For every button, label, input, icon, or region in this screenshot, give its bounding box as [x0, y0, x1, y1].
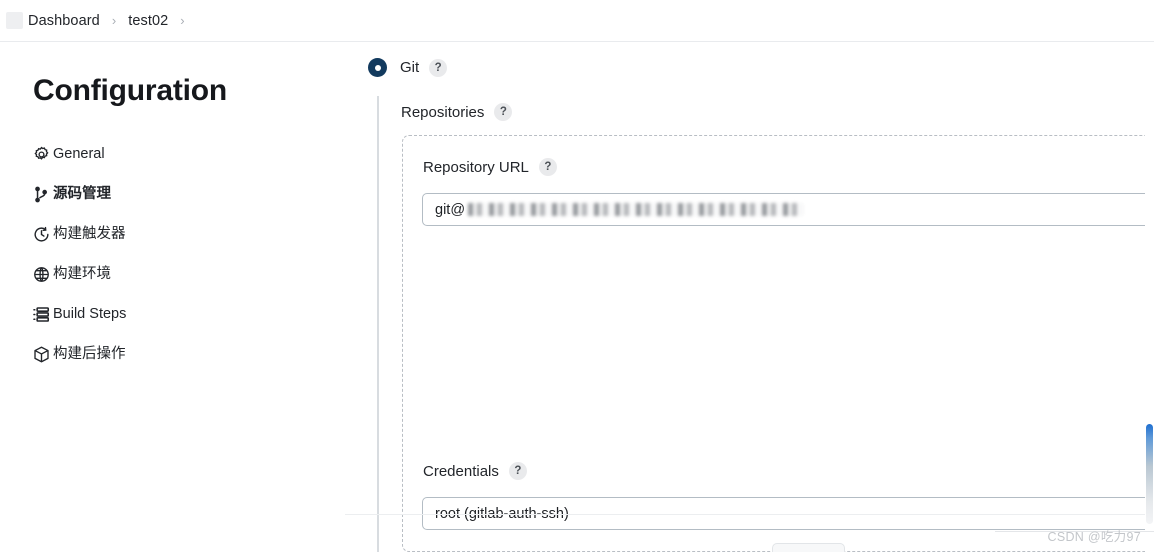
breadcrumb-item-test02[interactable]: test02 — [128, 13, 168, 29]
breadcrumb-separator-icon: › — [180, 13, 185, 28]
gear-icon — [32, 145, 51, 164]
git-branch-icon — [32, 185, 51, 204]
add-credentials-button[interactable] — [772, 543, 845, 552]
scm-configuration-panel: 无 Git ? Repositories ? Repository URL ? … — [345, 0, 1154, 552]
credentials-label-row: Credentials ? — [423, 462, 527, 480]
sidebar-item-post-build-actions[interactable]: 构建后操作 — [32, 342, 292, 366]
footer-divider — [345, 514, 1154, 515]
clock-icon — [32, 225, 51, 244]
repository-url-input[interactable]: git@ — [422, 193, 1154, 226]
repository-url-label: Repository URL — [423, 158, 529, 176]
repositories-label: Repositories — [401, 103, 485, 121]
sidebar-item-build-steps[interactable]: Build Steps — [32, 302, 292, 326]
repositories-label-row: Repositories ? — [401, 103, 513, 121]
watermark: CSDN @吃力97 — [1047, 530, 1141, 544]
breadcrumb-item-dashboard[interactable]: Dashboard — [28, 13, 100, 29]
radio-checked-icon[interactable] — [368, 58, 387, 77]
section-guide-line — [377, 96, 379, 552]
sidebar-item-label: 构建触发器 — [53, 225, 126, 242]
redacted-url-text — [468, 203, 805, 216]
repository-url-value: git@ — [435, 201, 466, 218]
sidebar-item-label: General — [53, 145, 105, 162]
configuration-sidebar: Configuration General 源码管理 构建触发器 构建环境 Bu… — [0, 42, 345, 552]
page-title: Configuration — [33, 74, 228, 107]
sidebar-item-label: Build Steps — [53, 305, 127, 322]
help-icon[interactable]: ? — [429, 58, 448, 77]
scm-option-git-label: Git — [400, 59, 420, 76]
list-icon — [32, 305, 51, 324]
breadcrumb: Dashboard › test02 › — [0, 0, 1154, 42]
repository-url-label-row: Repository URL ? — [423, 158, 557, 176]
sidebar-item-general[interactable]: General — [32, 142, 292, 166]
sidebar-item-label: 源码管理 — [53, 185, 111, 202]
sidebar-item-build-triggers[interactable]: 构建触发器 — [32, 222, 292, 246]
help-icon[interactable]: ? — [538, 158, 557, 176]
breadcrumb-separator-icon: › — [111, 13, 117, 28]
jenkins-job-configuration-page: Dashboard › test02 › 无 Git ? Repositorie… — [0, 0, 1154, 552]
credentials-label: Credentials — [423, 462, 499, 480]
help-icon[interactable]: ? — [508, 462, 527, 480]
radio-dot — [374, 64, 381, 71]
sidebar-item-label: 构建后操作 — [53, 345, 126, 362]
sidebar-item-scm[interactable]: 源码管理 — [32, 182, 292, 206]
scm-option-git[interactable]: Git ? — [368, 58, 448, 77]
globe-icon — [32, 265, 51, 284]
sidebar-item-build-environment[interactable]: 构建环境 — [32, 262, 292, 286]
sidebar-nav: General 源码管理 构建触发器 构建环境 Build Steps 构建后操… — [32, 142, 292, 382]
sidebar-item-label: 构建环境 — [53, 265, 111, 282]
help-icon[interactable]: ? — [494, 103, 513, 121]
page-scrollbar-thumb[interactable] — [1146, 424, 1153, 524]
breadcrumb-logo-icon — [6, 12, 23, 29]
package-icon — [32, 345, 51, 364]
